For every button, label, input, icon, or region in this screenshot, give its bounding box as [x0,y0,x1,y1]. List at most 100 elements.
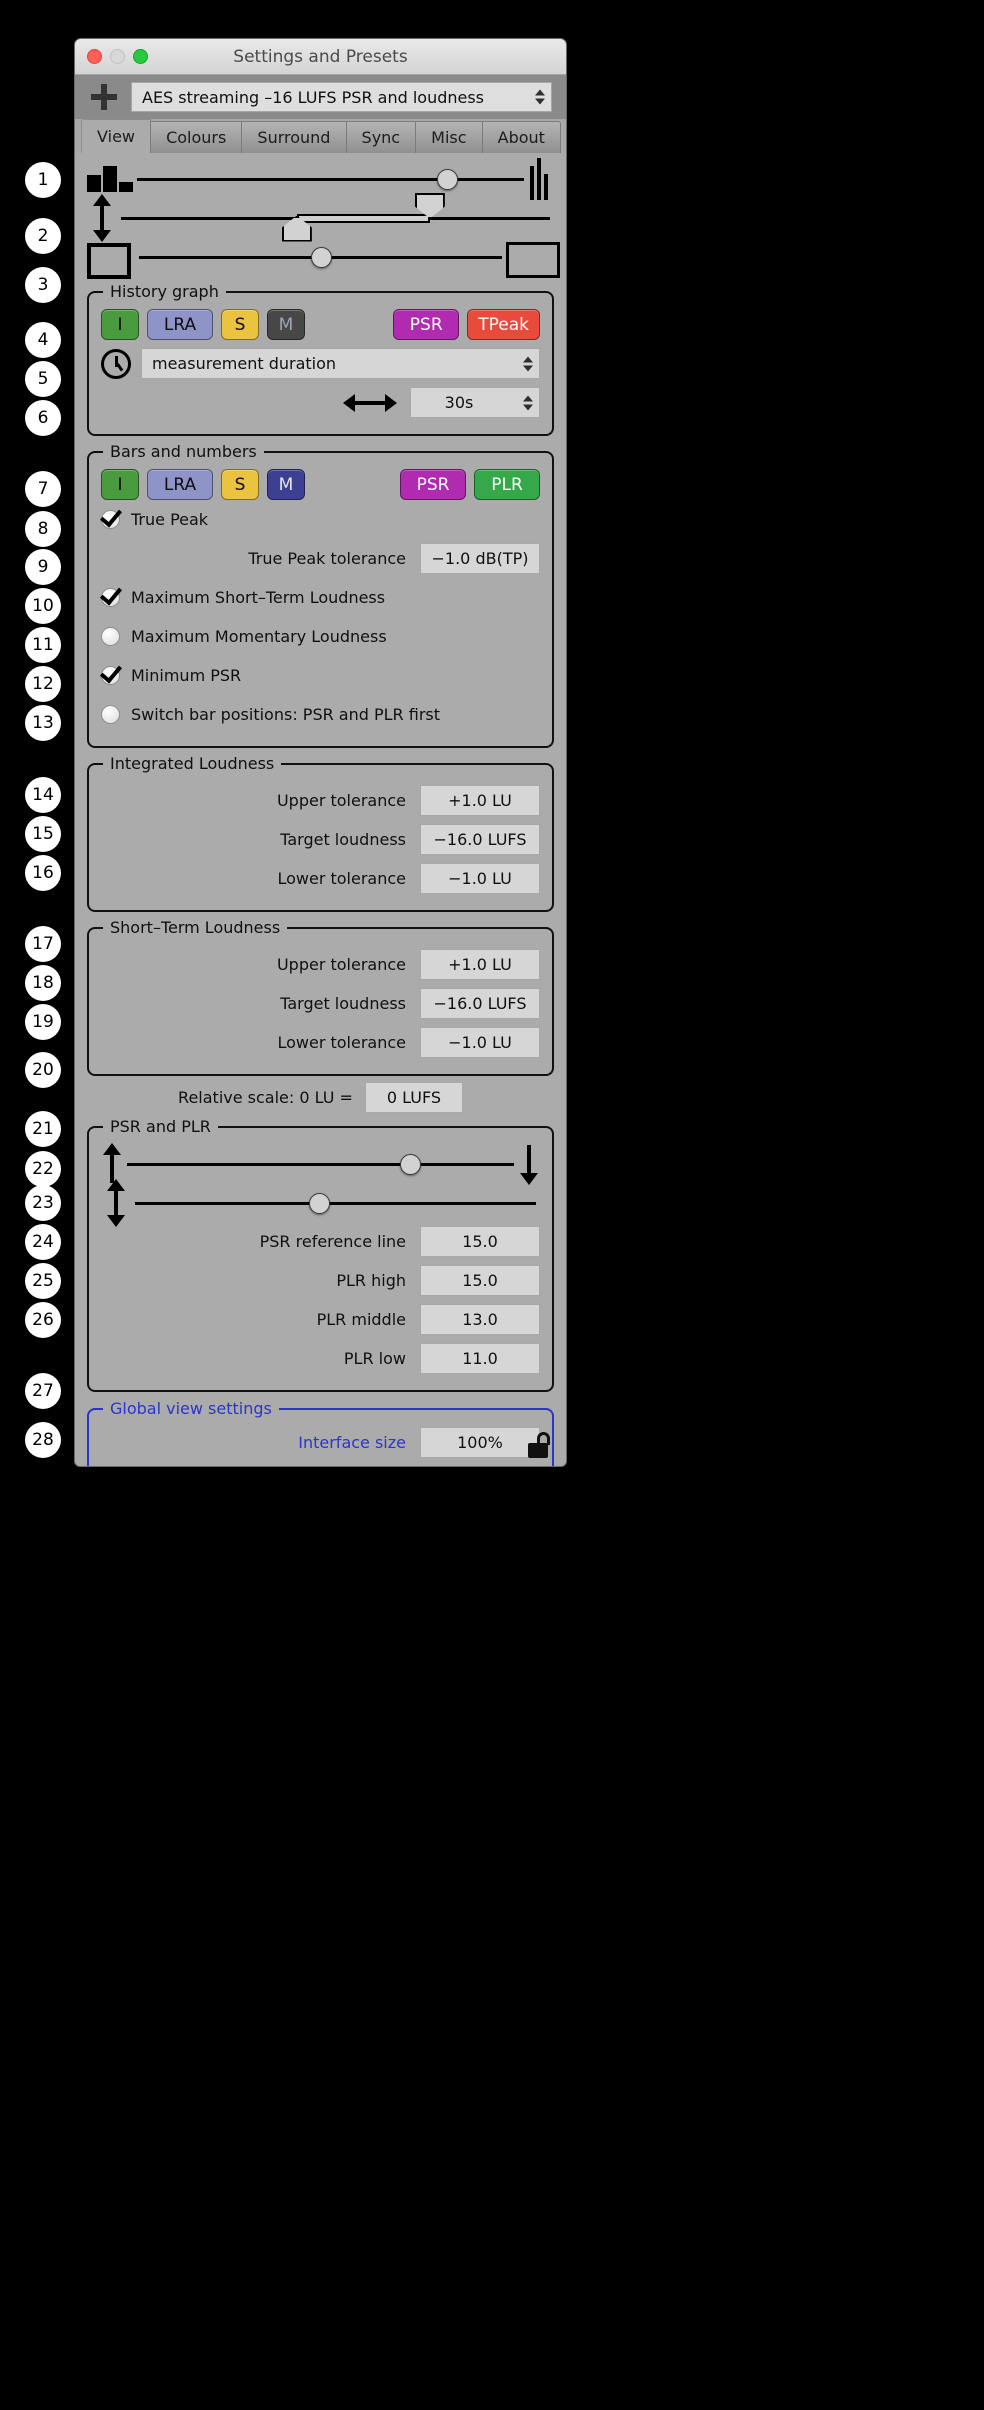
integrated-lower-tolerance-field[interactable]: −1.0 LU [420,863,540,894]
callout-2: 2 [25,218,61,254]
tab-view[interactable]: View [81,119,152,153]
small-box-icon [87,242,135,279]
psr-top-slider-knob[interactable] [399,1153,421,1175]
minimum-psr-label: Minimum PSR [131,666,242,685]
integrated-target-loudness-row: Target loudness −16.0 LUFS [101,820,540,859]
preset-dropdown[interactable]: AES streaming –16 LUFS PSR and loudness [131,82,552,112]
lock-button[interactable] [528,1432,550,1458]
tab-about[interactable]: About [481,121,561,153]
bar-width-slider-knob[interactable] [436,168,458,190]
max-momentary-checkbox[interactable] [101,627,120,646]
integrated-upper-tolerance-label: Upper tolerance [276,791,406,810]
true-peak-checkbox[interactable] [101,510,120,529]
bars-tag-i[interactable]: I [101,469,139,500]
tab-sync[interactable]: Sync [345,121,417,153]
plr-middle-label: PLR middle [316,1310,406,1329]
tab-misc[interactable]: Misc [415,121,483,153]
lock-closed-icon[interactable] [528,1432,550,1458]
callout-22: 22 [25,1151,61,1187]
relative-scale-field[interactable]: 0 LUFS [364,1081,463,1113]
history-duration-mode-row: measurement duration [101,344,540,383]
box-size-slider-knob[interactable] [310,246,332,268]
psr-top-slider[interactable] [127,1152,514,1176]
relative-scale-row: Relative scale: 0 LU = 0 LUFS [87,1076,554,1118]
bars-tag-psr[interactable]: PSR [400,469,466,500]
history-tag-psr[interactable]: PSR [393,309,460,340]
screenshot-root: 1 2 3 4 5 6 7 8 9 10 11 12 13 14 15 16 1… [0,0,984,2410]
tab-colours[interactable]: Colours [150,121,243,153]
true-peak-checkbox-row[interactable]: True Peak [101,500,540,539]
history-tag-m[interactable]: M [267,309,305,340]
bars-tag-m[interactable]: M [267,469,305,500]
bars-and-numbers-legend: Bars and numbers [103,442,264,461]
relative-scale-label: Relative scale: 0 LU = [178,1087,353,1107]
arrow-up-icon [101,1142,123,1183]
callout-17: 17 [25,926,61,962]
bars-tag-lra[interactable]: LRA [147,469,213,500]
callout-25: 25 [25,1263,61,1299]
history-tag-i[interactable]: I [101,309,139,340]
psr-reference-line-field[interactable]: 15.0 [420,1226,540,1257]
vertical-resize-icon [101,1178,131,1227]
shortterm-upper-tolerance-label: Upper tolerance [276,955,406,974]
history-tag-s[interactable]: S [221,309,259,340]
large-box-icon [506,241,560,278]
callout-5: 5 [25,361,61,397]
switch-bar-positions-checkbox-row[interactable]: Switch bar positions: PSR and PLR first [101,695,540,734]
callout-14: 14 [25,777,61,813]
switch-bar-positions-label: Switch bar positions: PSR and PLR first [131,705,441,724]
bars-tag-plr[interactable]: PLR [474,469,540,500]
tab-surround[interactable]: Surround [241,121,347,153]
bar-height-slider-row [87,192,554,242]
max-short-term-checkbox[interactable] [101,588,120,607]
max-short-term-checkbox-row[interactable]: Maximum Short–Term Loudness [101,578,540,617]
preset-bar: AES streaming –16 LUFS PSR and loudness [75,75,566,119]
duration-value-stepper[interactable]: 30s [410,387,540,418]
history-tag-lra[interactable]: LRA [147,309,213,340]
duration-mode-dropdown[interactable]: measurement duration [141,348,540,379]
history-tag-tpeak[interactable]: TPeak [467,309,540,340]
psr-bottom-slider-knob[interactable] [309,1192,331,1214]
interface-size-field[interactable]: 100% [420,1427,540,1458]
integrated-upper-tolerance-field[interactable]: +1.0 LU [420,785,540,816]
shortterm-upper-tolerance-field[interactable]: +1.0 LU [420,949,540,980]
vertical-resize-icon [87,193,117,242]
minimum-psr-checkbox[interactable] [101,666,120,685]
true-peak-tolerance-field[interactable]: −1.0 dB(TP) [420,543,540,574]
psr-and-plr-group: PSR and PLR PSR reference line 15.0 PLR … [87,1117,554,1392]
switch-bar-positions-checkbox[interactable] [101,705,120,724]
add-preset-icon[interactable] [87,82,121,112]
minimum-psr-checkbox-row[interactable]: Minimum PSR [101,656,540,695]
plr-low-field[interactable]: 11.0 [420,1343,540,1374]
window-title: Settings and Presets [233,46,408,67]
callout-9: 9 [25,549,61,585]
psr-reference-line-row: PSR reference line 15.0 [101,1222,540,1261]
plr-high-field[interactable]: 15.0 [420,1265,540,1296]
bar-width-slider[interactable] [137,167,524,191]
bars-tag-s[interactable]: S [221,469,259,500]
callout-10: 10 [25,588,61,624]
box-size-slider[interactable] [139,245,502,269]
lock-body [528,1443,548,1458]
global-view-settings-group: Global view settings Interface size 100% [87,1399,554,1466]
shortterm-upper-tolerance-row: Upper tolerance +1.0 LU [101,945,540,984]
shortterm-lower-tolerance-field[interactable]: −1.0 LU [420,1027,540,1058]
max-momentary-checkbox-row[interactable]: Maximum Momentary Loudness [101,617,540,656]
integrated-target-loudness-field[interactable]: −16.0 LUFS [420,824,540,855]
psr-bottom-slider[interactable] [135,1191,536,1215]
plr-middle-field[interactable]: 13.0 [420,1304,540,1335]
callout-4: 4 [25,322,61,358]
shortterm-target-loudness-field[interactable]: −16.0 LUFS [420,988,540,1019]
callout-23: 23 [25,1185,61,1221]
view-tab-panel: History graph I LRA S M PSR TPeak measur… [75,153,566,1466]
plr-high-row: PLR high 15.0 [101,1261,540,1300]
callout-13: 13 [25,705,61,741]
callout-1: 1 [25,162,61,198]
callout-24: 24 [25,1224,61,1260]
interface-size-row: Interface size 100% [101,1426,540,1459]
bar-height-range-fill [296,213,430,223]
callout-26: 26 [25,1302,61,1338]
arrow-down-icon [518,1144,540,1185]
chevron-updown-icon [523,356,533,371]
bar-height-range-slider[interactable] [121,192,550,242]
